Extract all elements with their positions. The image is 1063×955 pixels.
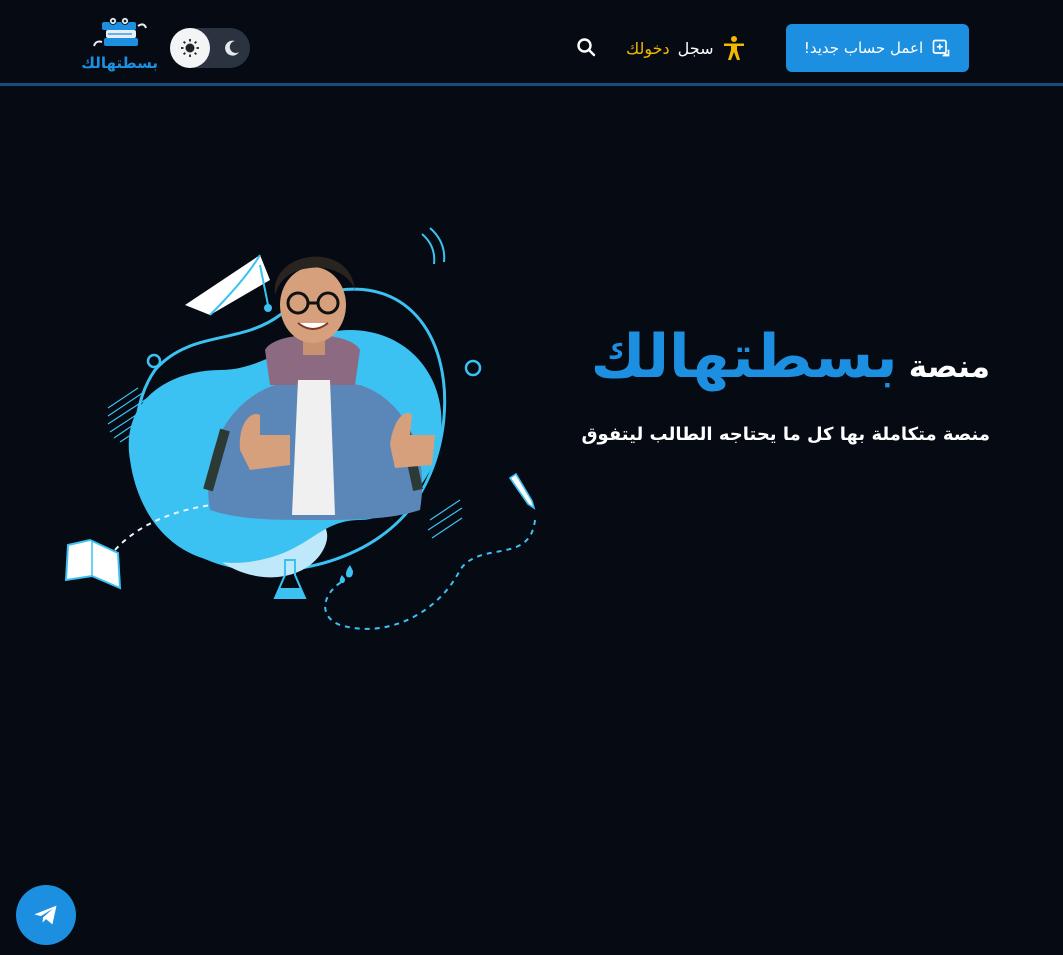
telegram-button[interactable] xyxy=(16,885,76,945)
hero-illustration xyxy=(64,227,536,630)
register-label: اعمل حساب جديد! xyxy=(803,39,924,57)
sun-icon xyxy=(181,39,199,57)
search-icon[interactable] xyxy=(576,37,596,57)
telegram-icon xyxy=(34,905,57,925)
navbar: اعمل حساب جديد! سجل دخولك بسطتهالك xyxy=(0,0,1063,86)
theme-toggle[interactable] xyxy=(170,28,250,68)
site-logo[interactable]: بسطتهالك xyxy=(81,16,158,76)
hero-subtitle: منصة متكاملة بها كل ما يحتاجه الطالب ليت… xyxy=(581,424,990,445)
logo-text: بسطتهالك xyxy=(81,54,158,72)
logo-mascot-icon xyxy=(93,17,147,47)
graduation-cap-icon xyxy=(185,254,272,316)
login-word-entry: دخولك xyxy=(626,38,670,58)
hatch-right-decoration xyxy=(427,499,463,539)
login-link[interactable]: سجل دخولك xyxy=(626,34,746,62)
add-user-icon xyxy=(932,39,950,57)
theme-toggle-knob xyxy=(170,28,210,68)
hero-title-brand: بسطتهالك xyxy=(590,322,898,392)
open-book-icon xyxy=(64,538,122,590)
accessibility-person-icon xyxy=(723,36,744,60)
login-word-register: سجل xyxy=(677,38,714,58)
hero-title-prefix: منصة xyxy=(908,349,990,385)
pencil-icon xyxy=(508,472,536,510)
moon-icon xyxy=(225,40,239,56)
register-button[interactable]: اعمل حساب جديد! xyxy=(786,24,969,72)
hero-title: منصة بسطتهالك xyxy=(560,322,990,392)
